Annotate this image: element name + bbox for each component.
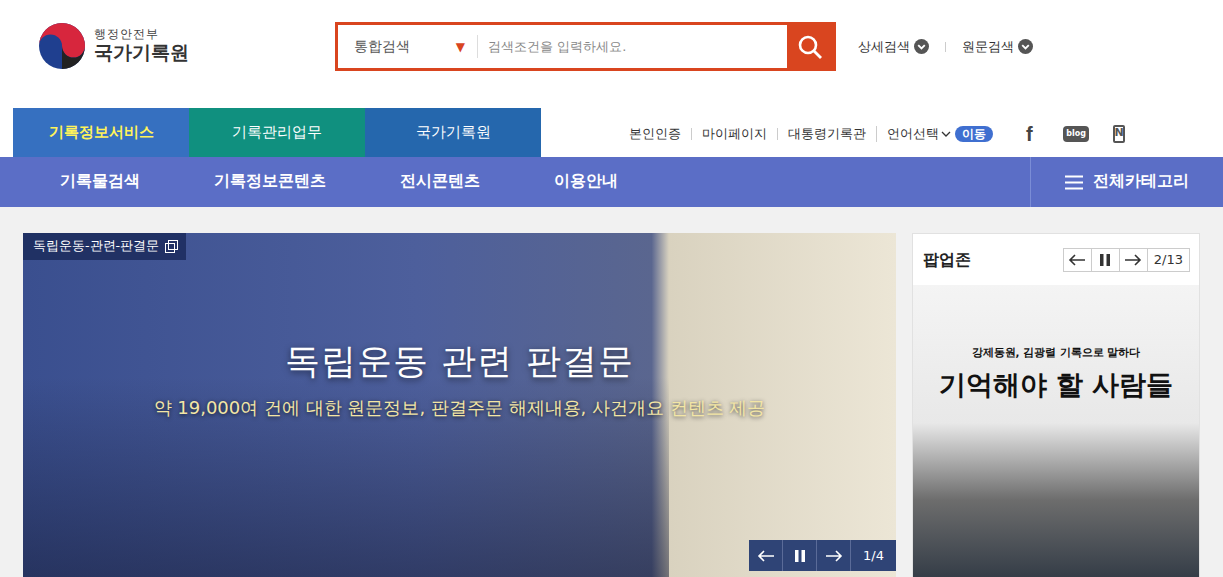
search-button[interactable] — [787, 25, 833, 68]
tab-label[interactable]: 국가기록원 — [416, 121, 491, 144]
nav-item[interactable]: 기록정보콘텐츠 — [177, 157, 363, 207]
utility-link[interactable]: 언어선택 이동 — [876, 126, 1003, 142]
banner-tag[interactable]: 독립운동-관련-판결문 — [23, 233, 186, 260]
chevron-circle-icon[interactable] — [1018, 39, 1033, 54]
banner-subtitle: 약 19,000여 건에 대한 원문정보, 판결주문 해제내용, 사건개요 컨텐… — [23, 394, 896, 421]
tab-label[interactable]: 기록관리업무 — [232, 121, 322, 144]
arrow-left-icon — [1068, 254, 1086, 266]
utility-link-label[interactable]: 마이페이지 — [702, 128, 767, 141]
nav-item[interactable]: 기록물검색 — [23, 157, 177, 207]
site-tab[interactable]: 국가기록원 — [365, 108, 541, 157]
banner-tag-label[interactable]: 독립운동-관련-판결문 — [33, 237, 159, 256]
header-link[interactable]: 원문검색 — [962, 37, 1033, 57]
scope-label: 통합검색 — [354, 36, 410, 57]
nav-label[interactable]: 전시콘텐츠 — [400, 170, 480, 193]
utility-link-label[interactable]: 본인인증 — [629, 128, 681, 141]
facebook-icon[interactable]: f — [1019, 119, 1039, 149]
nav-label[interactable]: 기록물검색 — [60, 170, 140, 193]
prev-button[interactable] — [1063, 248, 1092, 272]
all-categories-label[interactable]: 전체카테고리 — [1093, 170, 1189, 193]
header-link-label[interactable]: 상세검색 — [858, 37, 910, 57]
arrow-right-icon — [825, 550, 843, 562]
banner-controls: 1/4 — [749, 540, 896, 571]
go-button[interactable]: 이동 — [955, 126, 993, 142]
arrow-left-icon — [757, 550, 775, 562]
new-window-icon — [165, 240, 178, 253]
popup-banner[interactable]: 강제동원, 김광렬 기록으로 말하다기억해야 할 사람들 — [913, 285, 1199, 577]
magnifier-icon — [797, 34, 823, 60]
slide-counter: 1/4 — [863, 546, 884, 566]
nav-item[interactable]: 전시콘텐츠 — [363, 157, 517, 207]
all-categories[interactable]: 전체카테고리 — [1030, 157, 1223, 207]
arrow-right-icon — [1124, 254, 1142, 266]
search-box: 통합검색 ▼ — [335, 22, 836, 71]
chevron-circle-icon[interactable] — [914, 39, 929, 54]
tab-row: 기록정보서비스 기록관리업무 국가기록원 본인인증 마이페이지 대통령기록관 언어선택 이동 f… — [0, 108, 1223, 157]
popup-title: 팝업존 — [923, 248, 971, 272]
site-tab[interactable]: 기록관리업무 — [189, 108, 365, 157]
menu-icon — [1065, 175, 1083, 190]
header-link-label[interactable]: 원문검색 — [962, 37, 1014, 57]
banner-title: 독립운동 관련 판결문 — [23, 335, 896, 388]
pause-button[interactable] — [783, 540, 817, 571]
header: 행정안전부국가기록원 통합검색 ▼ 상세검색 원문검색 — [0, 0, 1223, 108]
content: 독립운동-관련-판결문독립운동 관련 판결문약 19,000여 건에 대한 원문… — [0, 207, 1223, 577]
tab-label[interactable]: 기록정보서비스 — [49, 121, 154, 144]
post-icon[interactable]: N — [1113, 125, 1125, 143]
utility-link[interactable]: 대통령기록관 — [777, 128, 876, 141]
main-nav: 기록물검색 기록정보콘텐츠 전시콘텐츠 이용안내 전체카테고리 — [0, 157, 1223, 207]
logo[interactable]: 행정안전부국가기록원 — [38, 22, 335, 70]
utility-link[interactable]: 마이페이지 — [691, 128, 777, 141]
search-scope[interactable]: 통합검색 ▼ — [338, 35, 478, 58]
site-tab[interactable]: 기록정보서비스 — [13, 108, 189, 157]
header-link[interactable]: 상세검색 — [858, 37, 929, 57]
emblem-icon — [38, 22, 86, 70]
popup-counter: 2/13 — [1154, 250, 1183, 270]
next-button[interactable] — [1119, 248, 1148, 272]
chevron-down-icon — [941, 130, 951, 138]
utility-link-label[interactable]: 대통령기록관 — [788, 128, 866, 141]
next-button[interactable] — [817, 540, 851, 571]
nav-label[interactable]: 이용안내 — [554, 170, 618, 193]
popup-headline: 기억해야 할 사람들 — [913, 365, 1199, 406]
utility-bar: 본인인증 마이페이지 대통령기록관 언어선택 이동 f blog N — [619, 108, 1223, 157]
ministry-name: 행정안전부 — [94, 28, 189, 41]
dropdown-arrow-icon[interactable]: ▼ — [456, 38, 465, 56]
blog-icon[interactable]: blog — [1063, 126, 1089, 142]
pause-button[interactable] — [1091, 248, 1120, 272]
prev-button[interactable] — [749, 540, 783, 571]
nav-item[interactable]: 이용안내 — [517, 157, 655, 207]
search-input[interactable] — [478, 25, 787, 68]
nav-label[interactable]: 기록정보콘텐츠 — [214, 170, 326, 193]
utility-link[interactable]: 본인인증 — [619, 128, 691, 141]
popup-zone: 팝업존 2/13 강제동원, 김광렬 기록으로 말하다기억해야 할 사람들 — [912, 233, 1200, 577]
popup-caption: 강제동원, 김광렬 기록으로 말하다 — [913, 345, 1199, 361]
utility-link-label[interactable]: 언어선택 — [887, 128, 939, 141]
pause-icon — [795, 550, 805, 562]
main-banner[interactable]: 독립운동-관련-판결문독립운동 관련 판결문약 19,000여 건에 대한 원문… — [23, 233, 896, 577]
site-name[interactable]: 국가기록원 — [94, 41, 189, 64]
pause-icon — [1100, 254, 1110, 266]
